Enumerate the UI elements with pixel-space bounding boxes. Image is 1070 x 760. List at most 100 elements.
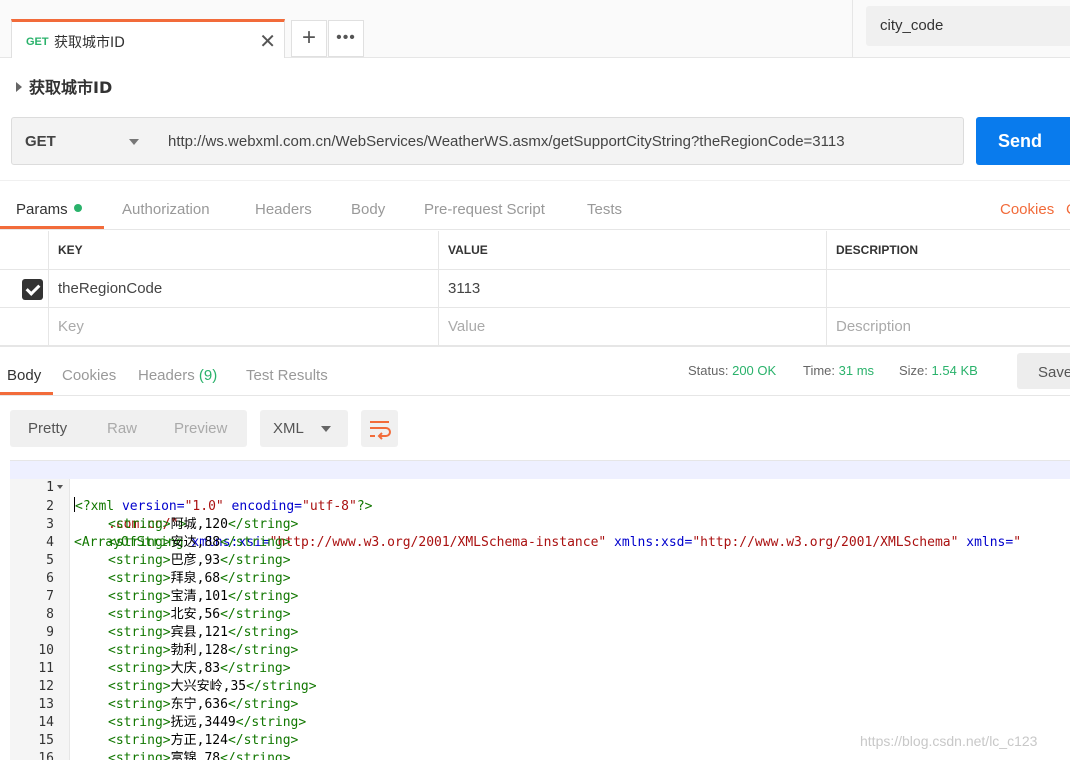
line-number: 7 [46,589,54,604]
header-description: DESCRIPTION [836,243,919,257]
send-button[interactable]: Send [976,117,1070,165]
line-number: 3 [46,517,54,532]
code-line: 6 <string>拜泉,68</string> [10,570,1070,588]
format-type-value: XML [273,420,304,437]
line-number: 14 [38,715,54,730]
value-placeholder: Value [448,318,486,335]
code-line: 3 <string>阿城,120</string> [10,516,1070,534]
more-tabs-button[interactable]: ••• [328,20,364,57]
chevron-down-icon [129,139,139,145]
params-indicator-dot [73,204,82,212]
code-text: <string>宾县,121</string> [108,625,299,640]
code-line: 13 <string>东宁,636</string> [10,696,1070,714]
code-line: 14 <string>抚远,3449</string> [10,714,1070,732]
request-title[interactable]: 获取城市ID [16,74,112,98]
method-select-value: GET [25,133,56,150]
code-text: <string>拜泉,68</string> [108,571,291,586]
preview-button[interactable]: Preview [174,420,227,437]
code-text: <string>北安,56</string> [108,607,291,622]
pretty-button[interactable]: Pretty [28,420,67,437]
status-value: 200 OK [732,363,777,378]
status-info: Status: 200 OK [688,363,776,378]
size-info: Size: 1.54 KB [899,363,978,378]
tab-params[interactable]: Params [16,201,82,218]
caret-right-icon [16,82,22,92]
description-placeholder: Description [836,318,912,335]
response-tab-cookies[interactable]: Cookies [62,367,116,384]
new-description-input[interactable]: Description [826,308,1070,345]
tab-headers[interactable]: Headers [255,201,312,218]
code-line: 7 <string>宝清,101</string> [10,588,1070,606]
response-bar: Body Cookies Headers (9) Test Results St… [0,346,1070,396]
fold-chevron-icon[interactable] [57,485,63,489]
wrap-lines-button[interactable] [361,410,398,447]
code-text: <string>巴彦,93</string> [108,553,291,568]
code-link[interactable]: C [1066,201,1070,218]
size-label: Size: [899,363,928,378]
code-line: 10 <string>勃利,128</string> [10,642,1070,660]
divider [852,0,853,58]
line-number: 11 [38,661,54,676]
close-icon[interactable]: ✕ [259,29,276,54]
url-input[interactable]: http://ws.webxml.com.cn/WebServices/Weat… [155,117,964,165]
watermark: https://blog.csdn.net/lc_c123 [860,733,1038,749]
code-text: <string>阿城,120</string> [108,517,299,532]
code-line-wrap: .com.cn/"> [10,498,1070,532]
table-header-cell [0,231,48,269]
response-tab-body[interactable]: Body [7,367,41,384]
code-line: 4 <string>安达,88</string> [10,534,1070,552]
tab-authorization[interactable]: Authorization [122,201,210,218]
line-number: 15 [38,733,54,748]
code-line: 1 <?xml version="1.0" encoding="utf-8"?> [10,461,1070,514]
response-tab-test-results[interactable]: Test Results [246,367,328,384]
tab-tests[interactable]: Tests [587,201,622,218]
line-number: 13 [38,697,54,712]
param-description-cell[interactable] [826,270,1070,307]
code-line: 12 <string>大兴安岭,35</string> [10,678,1070,696]
line-number: 9 [46,625,54,640]
method-select[interactable]: GET [11,117,156,165]
new-tab-button[interactable]: + [291,20,327,57]
response-tab-headers[interactable]: Headers (9) [138,367,217,384]
response-tab-headers-label: Headers [138,367,195,384]
response-body-editor[interactable]: 1 <?xml version="1.0" encoding="utf-8"?>… [10,460,1070,760]
line-number: 16 [38,751,54,760]
table-cell [0,270,48,307]
save-response-button[interactable]: Save [1017,353,1070,389]
environment-select[interactable]: city_code [866,6,1070,46]
code-text: <string>东宁,636</string> [108,697,299,712]
table-cell [0,308,48,345]
format-toggle-group: Pretty Raw Preview [10,410,247,447]
code-text: <string>大庆,83</string> [108,661,291,676]
code-line: 16 <string>富锦,78</string> [10,750,1070,760]
code-text: <string>宝清,101</string> [108,589,299,604]
tab-body[interactable]: Body [351,201,385,218]
code-line: 11 <string>大庆,83</string> [10,660,1070,678]
raw-button[interactable]: Raw [107,420,137,437]
status-label: Status: [688,363,729,378]
cookies-link[interactable]: Cookies [1000,201,1054,218]
wrap-icon [370,421,391,440]
line-number: 5 [46,553,54,568]
new-value-input[interactable]: Value [438,308,826,345]
new-key-input[interactable]: Key [48,308,438,345]
param-value-cell[interactable]: 3113 [438,270,826,307]
headers-count-badge: (9) [198,367,218,384]
format-type-select[interactable]: XML [260,410,348,447]
request-tab-name: 获取城市ID [54,35,125,51]
tab-pre-request-script[interactable]: Pre-request Script [424,201,545,218]
key-placeholder: Key [58,318,84,335]
line-number: 12 [38,679,54,694]
table-header-row: KEY VALUE DESCRIPTION [0,231,1070,270]
request-tabs: Params Authorization Headers Body Pre-re… [0,180,1070,230]
time-info: Time: 31 ms [803,363,874,378]
time-label: Time: [803,363,836,378]
request-tab[interactable]: GET 获取城市ID ✕ [11,19,285,58]
param-key-cell[interactable]: theRegionCode [48,270,438,307]
line-number: 6 [46,571,54,586]
header-key: KEY [58,243,83,257]
param-checkbox[interactable] [22,279,43,300]
code-text: <string>方正,124</string> [108,733,299,748]
table-header-cell: KEY [48,231,438,269]
code-line: 9 <string>宾县,121</string> [10,624,1070,642]
